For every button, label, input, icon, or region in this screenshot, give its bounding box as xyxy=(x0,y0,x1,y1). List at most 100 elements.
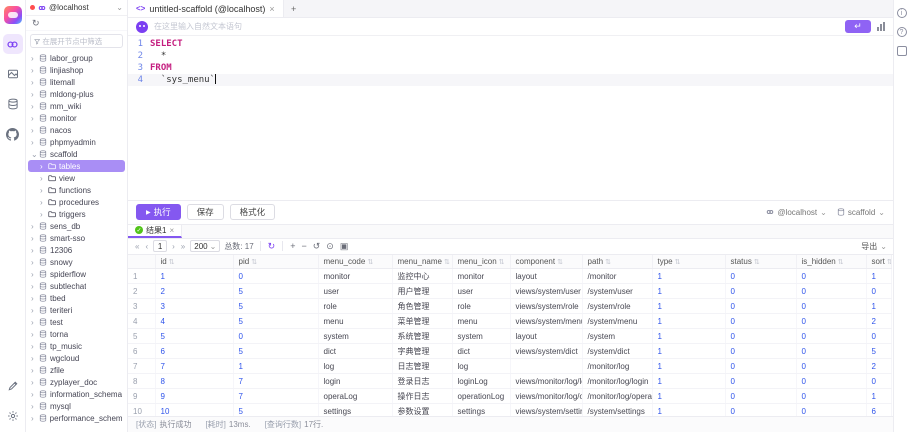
cell-component[interactable]: layout xyxy=(510,329,582,344)
cell-pid[interactable]: 0 xyxy=(233,269,318,284)
database-select[interactable]: scaffold ⌄ xyxy=(837,208,885,217)
cell-menu-icon[interactable]: system xyxy=(452,329,510,344)
cell-sort[interactable]: 0 xyxy=(866,329,891,344)
cell-sort[interactable]: 6 xyxy=(866,404,891,417)
sidebar-item-folder[interactable]: › tables xyxy=(28,160,125,172)
sidebar-item-folder[interactable]: › functions xyxy=(28,184,125,196)
cell-pid[interactable]: 5 xyxy=(233,344,318,359)
cell-menu-name[interactable]: 监控中心 xyxy=(392,269,452,284)
ai-submit-button[interactable]: ↵ xyxy=(845,20,871,33)
cell-type[interactable]: 1 xyxy=(652,404,725,417)
sort-icon[interactable]: ⇅ xyxy=(557,259,563,266)
panel-layout-icon[interactable] xyxy=(897,46,907,56)
sidebar-item-database[interactable]: › zfile xyxy=(28,364,125,376)
column-header[interactable]: sort⇅ xyxy=(866,255,891,269)
cell-component[interactable]: views/system/menu xyxy=(510,314,582,329)
cell-status[interactable]: 0 xyxy=(725,284,796,299)
cell-path[interactable]: /monitor/log xyxy=(582,359,652,374)
tree-filter[interactable] xyxy=(30,34,123,48)
cell-path[interactable]: /monitor/log/operation xyxy=(582,389,652,404)
table-row[interactable]: 9 9 7 operaLog 操作日志 operationLog views/m… xyxy=(128,389,891,404)
cell-path[interactable]: /monitor/log/login xyxy=(582,374,652,389)
cell-type[interactable]: 1 xyxy=(652,344,725,359)
column-header[interactable]: id⇅ xyxy=(155,255,233,269)
sort-icon[interactable]: ⇅ xyxy=(367,259,373,266)
cell-pid[interactable]: 7 xyxy=(233,374,318,389)
cell-menu-icon[interactable]: loginLog xyxy=(452,374,510,389)
cell-id[interactable]: 7 xyxy=(155,359,233,374)
sidebar-item-folder[interactable]: › procedures xyxy=(28,196,125,208)
cell-id[interactable]: 10 xyxy=(155,404,233,417)
sidebar-item-folder[interactable]: › view xyxy=(28,172,125,184)
cell-id[interactable]: 1 xyxy=(155,269,233,284)
cell-status[interactable]: 0 xyxy=(725,344,796,359)
cell-menu-icon[interactable]: menu xyxy=(452,314,510,329)
sql-editor[interactable]: 1 SELECT 2 * 3 FROM 4 `sys_menu` xyxy=(128,36,893,200)
info-icon[interactable]: i xyxy=(897,8,907,18)
cell-menu-code[interactable]: settings xyxy=(318,404,392,417)
sidebar-item-database[interactable]: › performance_schema xyxy=(28,412,125,424)
tree-filter-input[interactable] xyxy=(42,37,119,46)
new-tab-button[interactable]: + xyxy=(284,0,304,17)
cell-id[interactable]: 3 xyxy=(155,299,233,314)
column-header[interactable]: status⇅ xyxy=(725,255,796,269)
cell-sort[interactable]: 1 xyxy=(866,269,891,284)
cell-menu-name[interactable]: 用户管理 xyxy=(392,284,452,299)
cell-sort[interactable]: 0 xyxy=(866,284,891,299)
sort-icon[interactable]: ⇅ xyxy=(169,259,175,266)
help-icon[interactable]: ? xyxy=(897,27,907,37)
sidebar-item-database[interactable]: › test xyxy=(28,316,125,328)
column-header[interactable]: component⇅ xyxy=(510,255,582,269)
export-dropdown[interactable]: 导出 ⌄ xyxy=(861,241,887,252)
cell-id[interactable]: 8 xyxy=(155,374,233,389)
column-header[interactable]: path⇅ xyxy=(582,255,652,269)
sidebar-item-database[interactable]: › torna xyxy=(28,328,125,340)
sort-icon[interactable]: ⇅ xyxy=(675,259,681,266)
cell-is-hidden[interactable]: 0 xyxy=(796,269,866,284)
cell-sort[interactable]: 1 xyxy=(866,389,891,404)
cell-pid[interactable]: 7 xyxy=(233,389,318,404)
cell-sort[interactable]: 0 xyxy=(866,374,891,389)
cell-path[interactable]: /system/menu xyxy=(582,314,652,329)
submit-changes-icon[interactable]: ▣ xyxy=(339,241,350,252)
cell-component[interactable]: views/monitor/log/oper... xyxy=(510,389,582,404)
close-icon[interactable]: × xyxy=(269,4,274,14)
cell-menu-code[interactable]: system xyxy=(318,329,392,344)
cell-type[interactable]: 1 xyxy=(652,284,725,299)
cell-id[interactable]: 5 xyxy=(155,329,233,344)
cell-menu-code[interactable]: monitor xyxy=(318,269,392,284)
sort-icon[interactable]: ⇅ xyxy=(838,259,844,266)
cell-pid[interactable]: 5 xyxy=(233,299,318,314)
connection-select[interactable]: @localhost ⌄ xyxy=(766,208,826,217)
cell-sort[interactable]: 2 xyxy=(866,314,891,329)
execute-button[interactable]: ▶ 执行 xyxy=(136,204,181,220)
format-button[interactable]: 格式化 xyxy=(230,204,276,220)
cell-status[interactable]: 0 xyxy=(725,374,796,389)
cell-component[interactable]: views/system/dict xyxy=(510,344,582,359)
sidebar-item-database[interactable]: › labor_group xyxy=(28,52,125,64)
sidebar-item-database[interactable]: › wgcloud xyxy=(28,352,125,364)
cell-path[interactable]: /system/dict xyxy=(582,344,652,359)
cell-path[interactable]: /system/user xyxy=(582,284,652,299)
refresh-icon[interactable]: ↻ xyxy=(31,18,41,29)
cell-status[interactable]: 0 xyxy=(725,299,796,314)
sidebar-item-database[interactable]: › spiderflow xyxy=(28,268,125,280)
ai-input[interactable] xyxy=(154,22,839,31)
cell-menu-icon[interactable]: user xyxy=(452,284,510,299)
workspace-icon[interactable] xyxy=(3,64,23,84)
cell-menu-icon[interactable]: dict xyxy=(452,344,510,359)
connections-icon[interactable] xyxy=(3,34,23,54)
sidebar-item-scaffold[interactable]: ⌄ scaffold xyxy=(28,148,125,160)
table-row[interactable]: 7 7 1 log 日志管理 log /monitor/log 1 0 0 2 xyxy=(128,359,891,374)
cell-menu-code[interactable]: operaLog xyxy=(318,389,392,404)
cell-status[interactable]: 0 xyxy=(725,359,796,374)
cell-is-hidden[interactable]: 0 xyxy=(796,329,866,344)
cell-sort[interactable]: 1 xyxy=(866,299,891,314)
sidebar-item-database[interactable]: › monitor xyxy=(28,112,125,124)
cell-is-hidden[interactable]: 0 xyxy=(796,374,866,389)
column-header[interactable]: type⇅ xyxy=(652,255,725,269)
sidebar-item-database[interactable]: › information_schema xyxy=(28,388,125,400)
table-row[interactable]: 5 5 0 system 系统管理 system layout /system … xyxy=(128,329,891,344)
close-icon[interactable]: × xyxy=(169,226,174,235)
cell-menu-code[interactable]: dict xyxy=(318,344,392,359)
